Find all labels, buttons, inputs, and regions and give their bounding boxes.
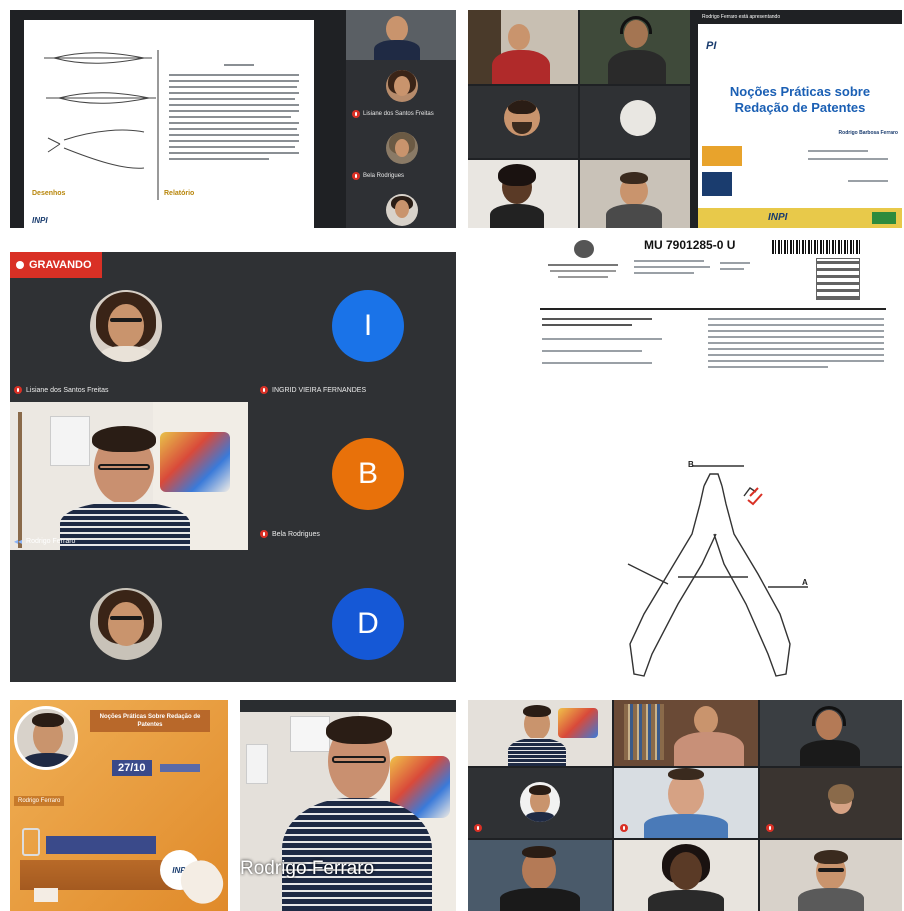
participant-name: Lisiane dos Santos Freitas [26, 386, 109, 394]
participant-video-tile[interactable] [760, 700, 902, 766]
participant-tile[interactable] [468, 86, 578, 158]
participant-tile[interactable]: D [236, 552, 456, 682]
audio-icon: ◂◂ [14, 537, 23, 546]
avatar-letter: I [332, 290, 404, 362]
participant-video-tile[interactable]: ◂◂ Rodrigo Ferraro [10, 402, 248, 550]
participant-sidebar: Lisiane dos Santos Freitas Bela Rodrigue… [346, 10, 456, 228]
slide-presenter: Rodrigo Barbosa Ferraro [838, 130, 898, 136]
presentation-panel: Rodrigo Ferraro está apresentando PI Noç… [468, 10, 902, 228]
participant-tile[interactable] [580, 86, 690, 158]
meeting-grid-panel: GRAVANDO Lisiane dos Santos Freitas I IN… [10, 252, 456, 682]
mic-off-icon [766, 824, 774, 832]
mic-off-icon [474, 824, 482, 832]
participant-video-tile[interactable] [468, 10, 578, 84]
participant-name: Bela Rodrigues [272, 530, 320, 538]
participant-video-tile[interactable] [760, 768, 902, 838]
shared-document-panel: Desenhos Relatório INPI Lisiane dos Sant… [10, 10, 456, 228]
avatar [90, 290, 162, 362]
flyer-presenter: Rodrigo Ferraro [14, 796, 65, 806]
mic-off-icon [260, 530, 268, 538]
inpi-logo: INPI [32, 216, 48, 225]
pi-logo: PI [706, 40, 717, 52]
patent-document-panel: MU 7901285-0 U B A [468, 234, 902, 682]
mic-off-icon [620, 824, 628, 832]
participant-tile[interactable]: B Bela Rodrigues [250, 402, 456, 550]
participant-name: INGRID VIEIRA FERNANDES [272, 386, 367, 394]
mic-off-icon [352, 172, 360, 180]
avatar [386, 132, 418, 164]
speaker-name: Rodrigo Ferraro [240, 858, 375, 879]
flyer-title: Noções Práticas Sobre Redação de Patente… [90, 710, 210, 732]
avatar-letter: B [332, 438, 404, 510]
mic-off-icon [260, 386, 268, 394]
participant-video-tile[interactable] [614, 840, 758, 911]
participant-tile[interactable]: Lisiane dos Santos Freitas [10, 282, 230, 400]
participant-name: Rodrigo Ferraro [26, 538, 76, 545]
record-icon [16, 261, 24, 269]
participant-tile[interactable] [346, 190, 456, 228]
participant-tile[interactable]: Lisiane dos Santos Freitas [346, 66, 456, 122]
pliers-drawing [627, 465, 808, 677]
mic-off-icon [352, 110, 360, 118]
participant-tile[interactable] [468, 768, 612, 838]
presenter-photo [14, 706, 78, 770]
participant-video-tile[interactable] [468, 840, 612, 911]
flyer-date: 27/10 [112, 760, 152, 776]
participant-video-tile[interactable] [614, 700, 758, 766]
participant-name: Lisiane dos Santos Freitas [363, 111, 434, 117]
event-flyer-panel: Noções Práticas Sobre Redação de Patente… [10, 700, 228, 911]
slide-footer: INPI [698, 208, 902, 228]
recording-badge: GRAVANDO [10, 252, 102, 278]
drawings-heading: Desenhos [32, 190, 66, 197]
participant-video-tile[interactable] [468, 700, 612, 766]
participant-tile[interactable] [10, 552, 230, 682]
avatar [386, 194, 418, 226]
participant-video-tile[interactable] [346, 10, 456, 60]
participant-video-tile[interactable] [580, 10, 690, 84]
speaker-video-panel[interactable]: Rodrigo Ferraro [240, 700, 456, 911]
report-heading: Relatório [164, 190, 195, 197]
patent-drawing-page: Desenhos Relatório INPI [24, 20, 314, 228]
participant-video-tile[interactable] [468, 160, 578, 228]
mic-off-icon [14, 386, 22, 394]
participant-video-tile[interactable] [580, 160, 690, 228]
participant-tile[interactable]: Bela Rodrigues [346, 128, 456, 184]
presentation-slide: Rodrigo Ferraro está apresentando PI Noç… [698, 10, 902, 228]
avatar [386, 70, 418, 102]
drawing-label-a: A [802, 578, 808, 587]
inpi-footer-logo: INPI [768, 212, 788, 223]
participant-tile[interactable]: I INGRID VIEIRA FERNANDES [236, 282, 456, 400]
avatar-letter: D [332, 588, 404, 660]
video-grid-panel [468, 700, 902, 911]
slide-title: Noções Práticas sobre Redação de Patente… [729, 84, 871, 115]
participant-video-tile[interactable] [760, 840, 902, 911]
presenting-bar: Rodrigo Ferraro está apresentando [698, 10, 902, 24]
participant-video-tile[interactable] [614, 768, 758, 838]
drawing-label-b: B [688, 460, 694, 469]
participant-name: Bela Rodrigues [363, 173, 405, 179]
avatar [90, 588, 162, 660]
